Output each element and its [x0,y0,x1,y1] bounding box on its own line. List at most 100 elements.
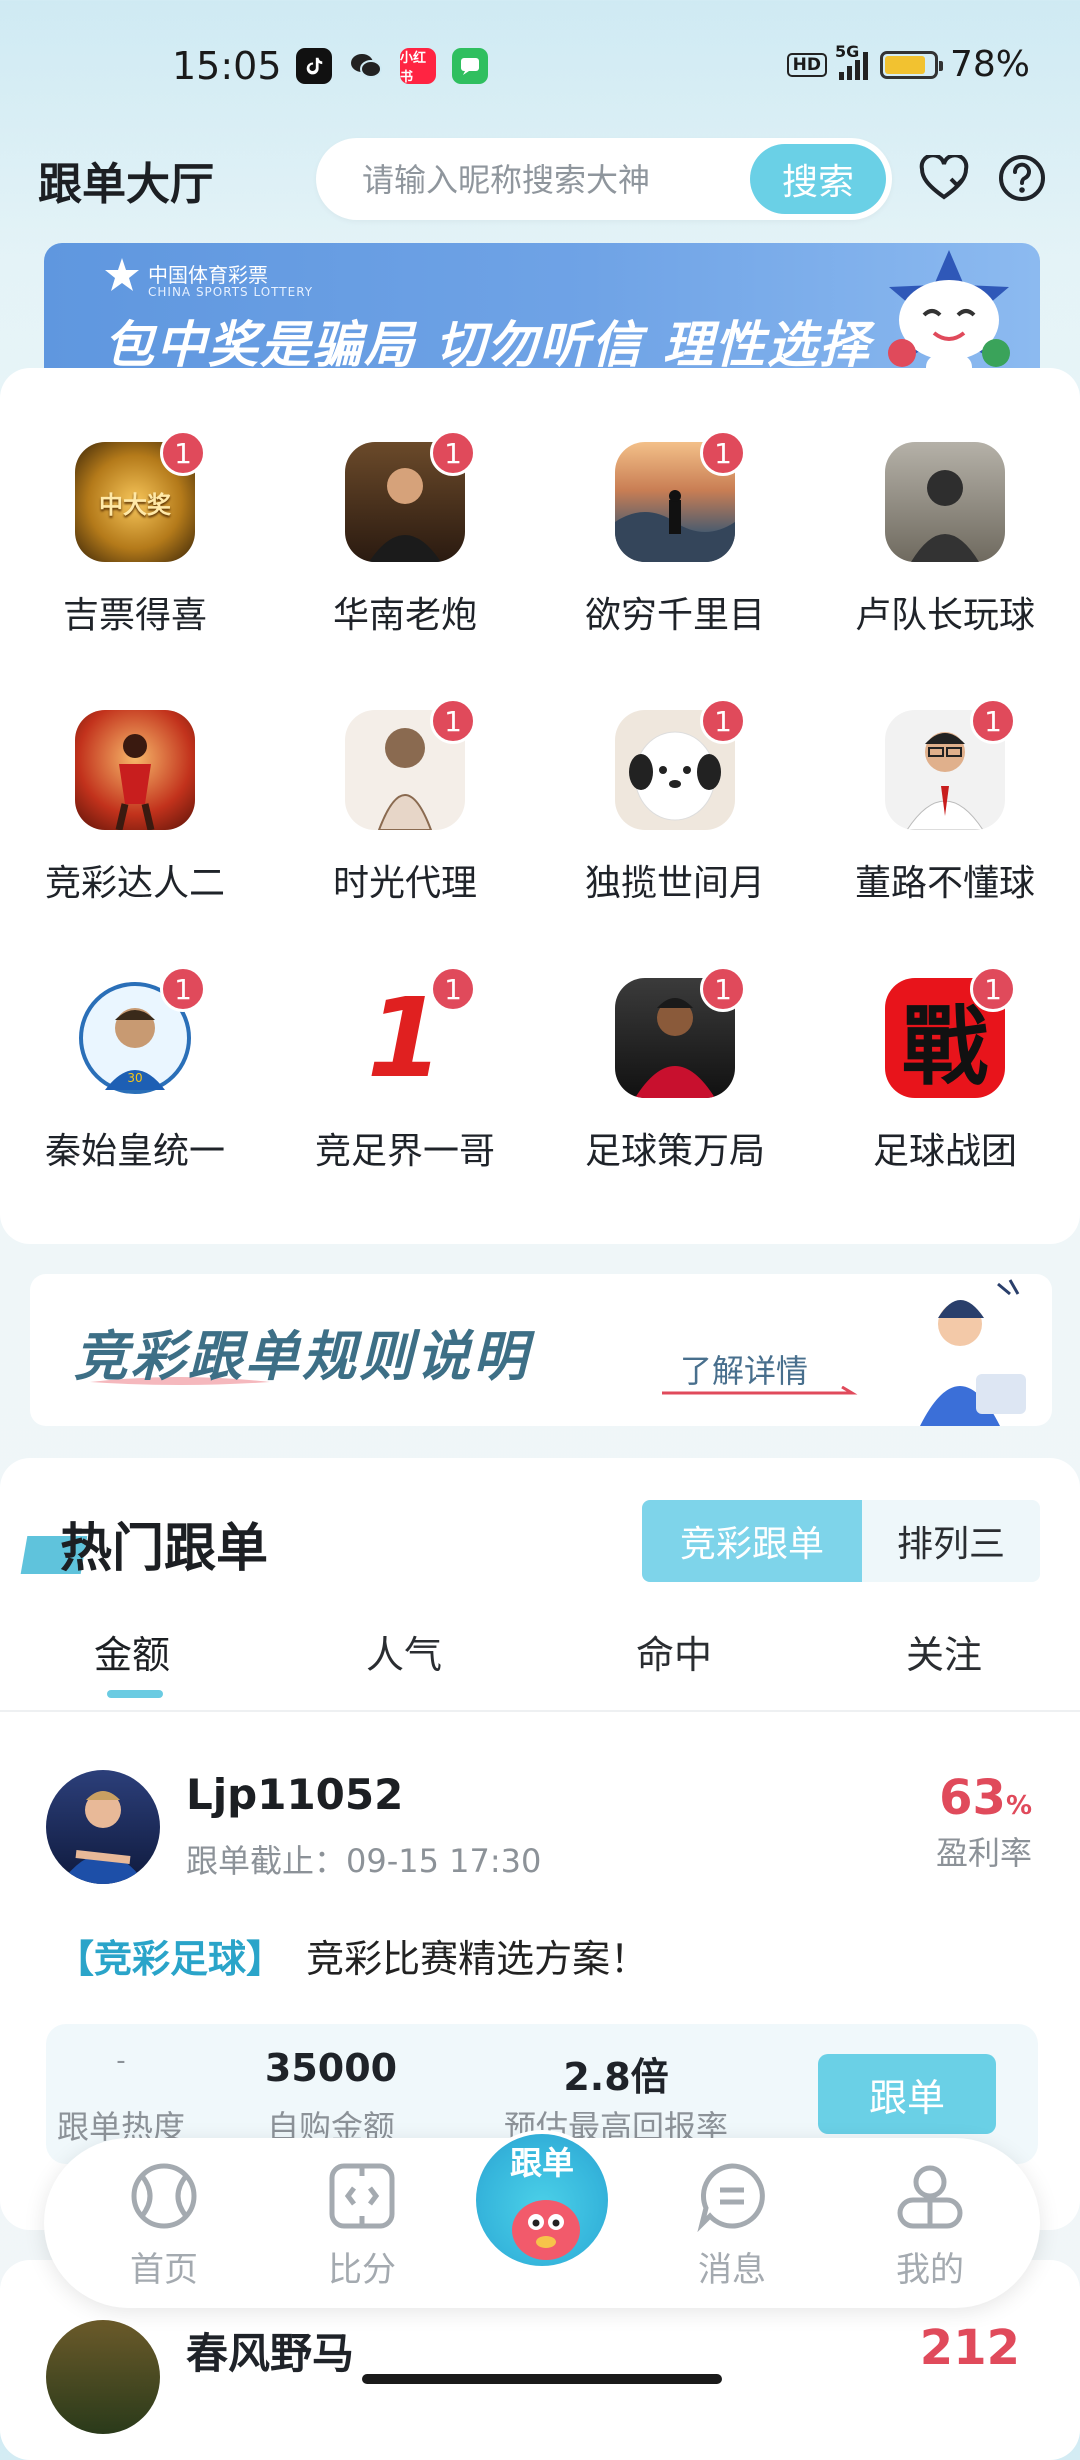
notification-badge: 1 [160,430,206,476]
creator-item[interactable]: 中大奖 1 吉票得喜 [0,368,270,636]
tab-following[interactable]: 关注 [906,1624,982,1679]
profit-label: 盈利率 [935,1834,1032,1872]
battery-level: 78% [949,44,1030,85]
section-title: 热门跟单 [60,1519,269,1579]
avatar [75,710,195,830]
post-username[interactable]: Ljp11052 [186,1770,403,1819]
scoreboard-icon [329,2163,395,2229]
nav-score[interactable]: 比分 [292,2160,432,2291]
avatar[interactable] [46,1770,160,1884]
creator-name: 竞足界一哥 [314,1131,495,1172]
rules-illustration [920,1279,1026,1426]
notification-badge: 1 [700,698,746,744]
messages-icon [452,48,488,84]
banner-slogan: 包中奖是骗局 切勿听信 理性选择 [104,316,871,374]
search-button[interactable]: 搜索 [750,144,886,214]
creator-item[interactable]: 1 时光代理 [270,636,540,904]
banner-logo-en: CHINA SPORTS LOTTERY [148,285,314,299]
nav-home[interactable]: 首页 [94,2160,234,2291]
heart-follow-icon[interactable] [916,150,972,206]
creator-name: 秦始皇统一 [44,1131,225,1172]
creator-name: 吉票得喜 [62,595,207,636]
creator-item[interactable]: 1 足球策万局 [540,904,810,1172]
nav-profile[interactable]: 我的 [860,2160,1000,2291]
nav-follow-center[interactable]: 跟单 [472,2130,612,2270]
hot-follow-section: 热门跟单 竞彩跟单 排列三 金额 人气 命中 关注 Ljp11052 跟单截止：… [0,1458,1080,2230]
nav-messages[interactable]: 消息 [662,2160,802,2291]
creator-item[interactable]: 1 董路不懂球 [810,636,1080,904]
notification-badge: 1 [430,698,476,744]
hd-badge: HD [786,52,827,77]
stat-value: 35000 [264,2046,398,2090]
status-right: HD 5G 78% [786,42,1030,85]
creator-name: 华南老炮 [332,595,477,636]
creator-name: 时光代理 [332,863,477,904]
tab-hit-rate[interactable]: 命中 [636,1624,712,1679]
notification-badge: 1 [700,966,746,1012]
stat-heat: - 跟单热度 [46,2046,196,2148]
creator-item[interactable]: 1 独揽世间月 [540,636,810,904]
post-tag: 【竞彩足球】 [56,1937,285,1981]
nav-label: 消息 [698,2250,766,2290]
creator-item[interactable]: 戰 1 足球战团 [810,904,1080,1172]
creator-name: 董路不懂球 [854,863,1035,904]
banner-logo-cn: 中国体育彩票 [148,263,268,287]
post-username: 春风野马 [186,2329,355,2378]
creator-item[interactable]: 1 华南老炮 [270,368,540,636]
tab-popularity[interactable]: 人气 [366,1624,442,1679]
lottery-logo-icon [105,258,139,291]
notification-badge: 1 [160,966,206,1012]
notification-badge: 1 [700,430,746,476]
notification-badge: 1 [430,966,476,1012]
creators-grid: 中大奖 1 吉票得喜 1 华南老炮 1 欲穷千里目 卢队长玩球 竞彩达人二 1 [0,368,1080,1244]
tab-amount[interactable]: 金额 [94,1624,170,1679]
search-input[interactable] [360,138,744,222]
svg-text:30: 30 [127,1071,142,1085]
search-bar: 搜索 [316,138,892,222]
wechat-icon [348,48,384,84]
home-indicator[interactable] [362,2374,722,2384]
creator-name: 足球策万局 [584,1131,765,1172]
creator-name: 欲穷千里目 [584,595,765,636]
status-time: 15:05 [172,44,282,88]
stat-value: 2.8倍 [563,2055,669,2099]
stat-return-rate: 2.8倍 预估最高回报率 [466,2046,766,2148]
divider [0,1710,1080,1712]
mascot-icon [512,2200,580,2260]
rules-banner[interactable]: 竞彩跟单规则说明 了解详情 [30,1274,1052,1426]
notification-badge: 1 [430,430,476,476]
creator-name: 竞彩达人二 [44,863,225,904]
creator-item[interactable]: 竞彩达人二 [0,636,270,904]
bottom-nav: 首页 比分 跟单 消息 我的 [44,2130,1040,2308]
battery-icon [879,50,943,79]
signal-icon: 5G [835,42,868,80]
creator-name: 足球战团 [872,1131,1017,1172]
creator-item[interactable]: 1 1 竞足界一哥 [270,904,540,1172]
creator-item[interactable]: 1 欲穷千里目 [540,368,810,636]
rules-title: 竞彩跟单规则说明 [74,1325,530,1388]
message-icon [697,2163,765,2233]
arrow-line-icon [662,1386,858,1395]
user-icon [897,2165,963,2229]
profit-unit: % [1005,1791,1032,1821]
segment-jingcai[interactable]: 竞彩跟单 [642,1500,862,1582]
segment-pailie3[interactable]: 排列三 [862,1500,1040,1582]
creator-name: 卢队长玩球 [854,595,1035,636]
network-label: 5G [834,41,860,61]
post-description[interactable]: 【竞彩足球】 竞彩比赛精选方案！ [56,1928,648,1983]
creator-item[interactable]: 卢队长玩球 [810,368,1080,636]
help-icon[interactable] [994,150,1050,206]
creator-item[interactable]: 30 1 秦始皇统一 [0,904,270,1172]
post-deadline: 跟单截止：09-15 17:30 [186,1842,542,1880]
xiaohongshu-icon: 小红书 [400,48,436,85]
avatar-text: 中大奖 [99,490,171,519]
avatar [46,2320,160,2434]
active-tab-indicator [107,1690,163,1698]
page-title: 跟单大厅 [38,159,214,210]
nav-label: 首页 [130,2250,198,2290]
follow-button[interactable]: 跟单 [818,2054,996,2134]
stat-self-purchase: 35000 自购金额 [246,2046,416,2148]
profit-value: 63 [939,1770,1006,1826]
nav-label: 我的 [896,2250,964,2290]
profit-value: 212 [919,2320,1020,2376]
